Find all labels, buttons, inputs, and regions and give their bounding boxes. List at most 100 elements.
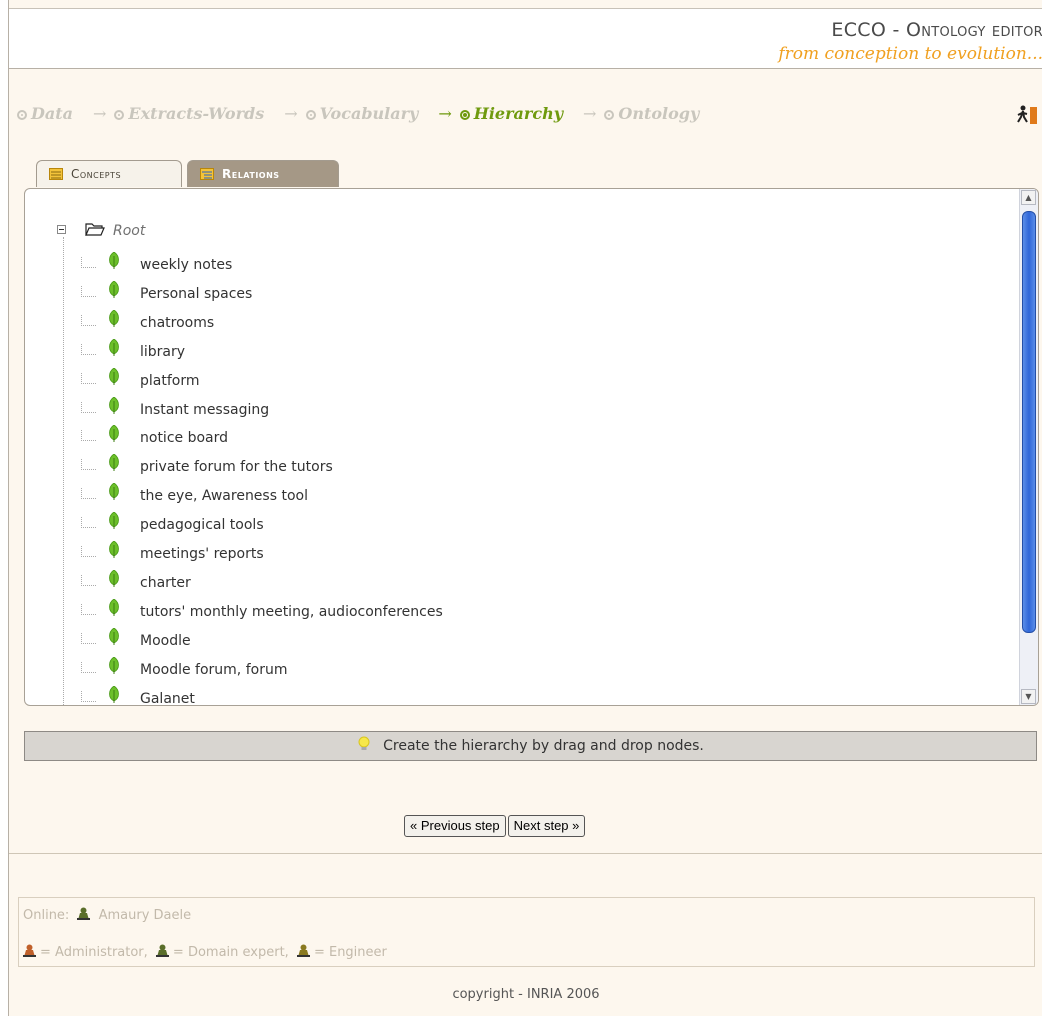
- scroll-up-icon[interactable]: ▲: [1021, 190, 1036, 205]
- tree-node-label: the eye, Awareness tool: [140, 488, 308, 505]
- tree-node[interactable]: chatrooms: [63, 309, 863, 343]
- vertical-scrollbar[interactable]: ▲ ▼: [1019, 189, 1038, 705]
- online-users-box: Online: Amaury Daele = Administrator, = …: [18, 897, 1035, 967]
- scroll-down-icon[interactable]: ▼: [1021, 689, 1036, 704]
- tree-node[interactable]: Moodle forum, forum: [63, 656, 863, 690]
- tree-node-label: meetings' reports: [140, 546, 264, 562]
- leaf-icon: [109, 425, 119, 443]
- tree-connector: [81, 632, 96, 644]
- tab-relations[interactable]: Relations: [187, 160, 339, 187]
- hint-text: Create the hierarchy by drag and drop no…: [383, 738, 704, 754]
- brand-title-text: Ontology editor: [905, 19, 1042, 41]
- radio-icon: [459, 110, 470, 120]
- tree-connector: [81, 401, 96, 413]
- legend-engineer-label: = Engineer: [313, 945, 387, 960]
- tree-node[interactable]: the eye, Awareness tool: [63, 483, 863, 516]
- tree-node[interactable]: weekly notes: [63, 252, 863, 285]
- radio-icon: [114, 110, 125, 120]
- brand: ECCO - Ontology editor from conception t…: [778, 19, 1042, 64]
- online-label: Online:: [23, 908, 70, 923]
- step-ontology[interactable]: Ontology: [604, 104, 699, 123]
- tab-concepts[interactable]: Concepts: [36, 160, 182, 187]
- tree-node-label: chatrooms: [140, 314, 215, 331]
- tree-node-label: private forum for the tutors: [140, 459, 333, 476]
- hint-bar: Create the hierarchy by drag and drop no…: [24, 731, 1037, 761]
- tree-node-label: pedagogical tools: [140, 517, 264, 534]
- hierarchy-tree: Root weekly notes Personal spaces chatroom…: [25, 189, 1020, 705]
- step-label: Ontology: [618, 104, 700, 123]
- next-step-button[interactable]: Next step »: [507, 815, 586, 837]
- brand-subtitle: from conception to evolution...: [778, 44, 1042, 64]
- tree-root-label: Root: [113, 223, 146, 239]
- tree-node[interactable]: meetings' reports: [63, 541, 863, 574]
- radio-icon: [17, 110, 27, 120]
- leaf-icon: [109, 656, 119, 674]
- scrollbar-thumb[interactable]: [1022, 211, 1036, 633]
- radio-icon: [305, 110, 316, 120]
- exit-walker-icon[interactable]: [1017, 104, 1039, 126]
- arrow-icon: →: [583, 104, 597, 123]
- tree-node[interactable]: Galanet: [63, 685, 863, 705]
- copyright: copyright - INRIA 2006: [452, 987, 600, 1002]
- user-admin-icon: [23, 944, 36, 957]
- tree-node[interactable]: pedagogical tools: [63, 512, 863, 545]
- tree-node[interactable]: tutors' monthly meeting, audioconference…: [63, 598, 863, 632]
- brand-prefix: ECCO -: [831, 19, 906, 41]
- previous-step-button[interactable]: « Previous step: [404, 815, 506, 837]
- collapse-icon[interactable]: [57, 225, 66, 234]
- tree-connector: [81, 546, 96, 557]
- role-legend: = Administrator, = Domain expert, = Engi…: [23, 944, 387, 960]
- user-expert-icon: [155, 944, 169, 957]
- tree-node[interactable]: notice board: [63, 425, 863, 458]
- tree-node[interactable]: Moodle: [63, 627, 863, 661]
- leaf-icon: [109, 685, 119, 703]
- leaf-icon: [109, 627, 119, 645]
- tree-node[interactable]: platform: [63, 367, 863, 401]
- tab-label: Relations: [222, 167, 280, 181]
- tree-connector: [81, 285, 96, 297]
- leaf-icon: [109, 598, 119, 616]
- step-extracts-words[interactable]: Extracts-Words: [114, 104, 264, 123]
- tree-node-label: Personal spaces: [140, 285, 253, 302]
- legend-expert-label: = Domain expert,: [172, 945, 289, 960]
- tree-connector: [81, 574, 96, 586]
- tree-connector: [81, 257, 96, 268]
- step-vocabulary[interactable]: Vocabulary: [305, 104, 418, 123]
- tree-node-label: charter: [140, 574, 191, 591]
- leaf-icon: [109, 569, 119, 587]
- header: ECCO - Ontology editor from conception t…: [9, 8, 1042, 69]
- brand-title: ECCO - Ontology editor: [778, 19, 1042, 41]
- lightbulb-icon: [358, 736, 370, 750]
- tree-connector: [81, 488, 96, 500]
- online-user-name[interactable]: Amaury Daele: [99, 908, 192, 923]
- list-icon: [49, 168, 63, 180]
- tree-node[interactable]: Instant messaging: [63, 396, 863, 430]
- app-frame: ECCO - Ontology editor from conception t…: [8, 0, 1042, 1016]
- leaf-icon: [109, 252, 119, 269]
- tree-node-label: platform: [140, 372, 200, 389]
- leaf-icon: [109, 483, 119, 501]
- tree-node[interactable]: library: [63, 338, 863, 372]
- tree-node-label: tutors' monthly meeting, audioconference…: [140, 603, 443, 620]
- tree-node[interactable]: private forum for the tutors: [63, 454, 863, 487]
- tree-connector: [81, 517, 96, 529]
- leaf-icon: [109, 541, 119, 558]
- step-hierarchy[interactable]: Hierarchy: [459, 104, 563, 123]
- tree-node[interactable]: Personal spaces: [63, 280, 863, 314]
- step-navigation: « Previous step Next step »: [404, 815, 587, 839]
- step-data[interactable]: Data: [17, 104, 73, 123]
- step-label: Extracts-Words: [128, 104, 265, 123]
- leaf-icon: [109, 454, 119, 472]
- leaf-icon: [109, 396, 119, 414]
- tree-connector: [81, 343, 96, 355]
- radio-icon: [604, 110, 615, 120]
- tree-connector: [81, 314, 96, 326]
- tree-node-label: Instant messaging: [140, 401, 270, 418]
- tree-list-icon: [200, 168, 214, 180]
- tab-label: Concepts: [71, 167, 122, 181]
- leaf-icon: [109, 338, 119, 356]
- tree-node-label: library: [140, 343, 186, 360]
- user-expert-icon: [77, 907, 91, 920]
- tree-node[interactable]: charter: [63, 569, 863, 603]
- leaf-icon: [109, 512, 119, 530]
